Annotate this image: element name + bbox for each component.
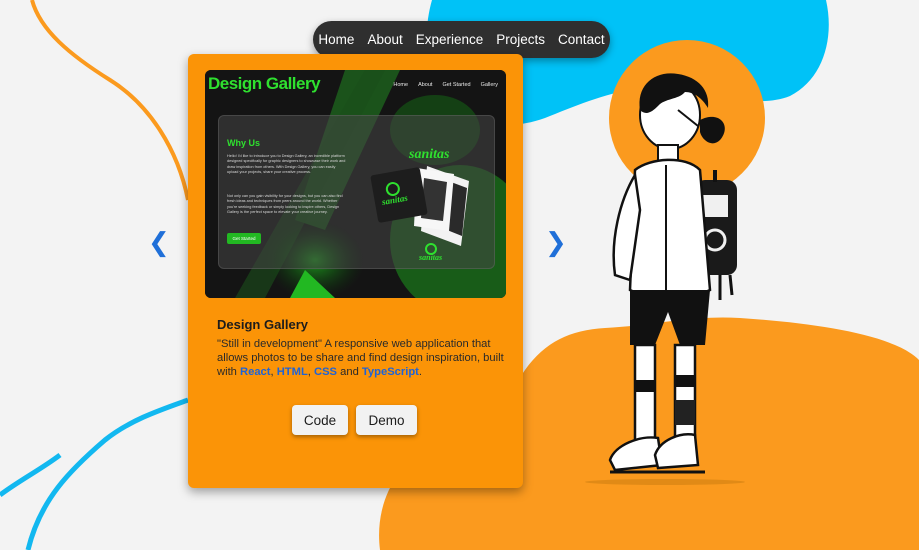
project-preview-image: Design Gallery Home About Get Started Ga… xyxy=(205,70,506,298)
project-description: "Still in development" A responsive web … xyxy=(217,338,504,378)
blue-curve-line xyxy=(25,397,189,550)
project-card: Design Gallery Home About Get Started Ga… xyxy=(188,54,523,488)
preview-get-started-button: Get Started xyxy=(227,233,261,244)
tech-react: React xyxy=(240,366,271,378)
preview-nav-item: Get Started xyxy=(442,82,471,88)
nav-home[interactable]: Home xyxy=(318,32,354,47)
project-title: Design Gallery xyxy=(217,317,309,332)
preview-artwork: sanitas sanitas sanitas xyxy=(370,147,469,261)
code-button[interactable]: Code xyxy=(292,405,348,435)
nav-about[interactable]: About xyxy=(367,32,402,47)
blue-curve-line-2 xyxy=(0,452,62,498)
preview-nav-item: Home xyxy=(393,82,409,88)
tech-html: HTML xyxy=(276,366,308,378)
preview-heading: Why Us xyxy=(227,138,261,148)
chevron-right-icon[interactable]: ❯ xyxy=(545,230,567,256)
nav-experience[interactable]: Experience xyxy=(416,32,484,47)
preview-nav: Home About Get Started Gallery xyxy=(393,82,498,88)
character-illustration xyxy=(585,73,745,485)
preview-paragraph: Not only can you gain visibility for you… xyxy=(227,194,343,215)
preview-logo: Design Gallery xyxy=(208,74,321,93)
tech-typescript: TypeScript xyxy=(361,366,419,378)
preview-nav-item: Gallery xyxy=(480,82,498,88)
orange-curve-line xyxy=(30,0,190,201)
main-nav: Home About Experience Projects Contact xyxy=(313,21,610,58)
chevron-left-icon[interactable]: ❮ xyxy=(148,230,170,256)
preview-nav-item: About xyxy=(418,82,433,88)
svg-text:sanitas: sanitas xyxy=(418,253,442,261)
tech-css: CSS xyxy=(314,366,338,378)
preview-paragraph: Hello! I'd like to introduce you to Desi… xyxy=(227,154,346,175)
preview-art-word: sanitas xyxy=(408,147,450,162)
preview-panel: Why Us Hello! I'd like to introduce you … xyxy=(218,115,495,269)
demo-button[interactable]: Demo xyxy=(356,405,417,435)
nav-projects[interactable]: Projects xyxy=(496,32,545,47)
